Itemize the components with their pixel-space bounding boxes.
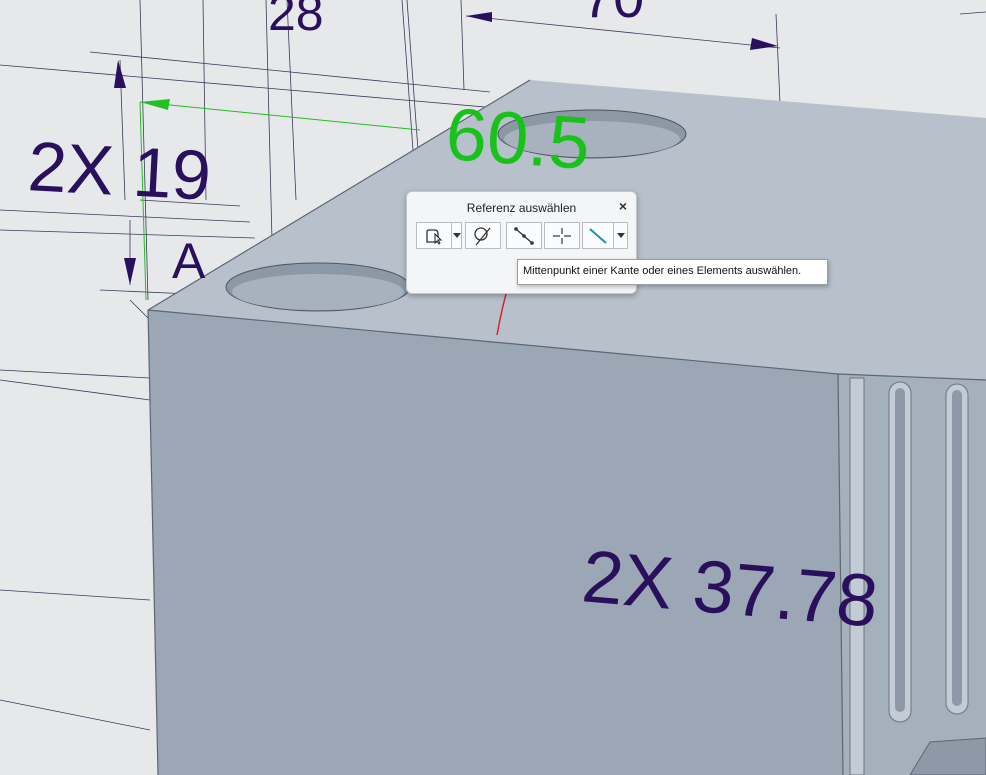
edge-midpoint-icon [514, 226, 534, 245]
dimension-top-right[interactable]: 70 [582, 0, 644, 26]
dimension-top-left[interactable]: 28 [268, 0, 324, 38]
line-dropdown[interactable] [614, 222, 628, 249]
line-icon [589, 227, 607, 244]
close-button[interactable]: × [619, 198, 627, 214]
surface-select-button[interactable] [416, 222, 452, 249]
edge-midpoint-button[interactable] [506, 222, 542, 249]
line-button[interactable] [582, 222, 614, 249]
dialog-title: Referenz auswählen [466, 201, 577, 215]
dropdown-arrow-icon [616, 232, 625, 238]
dimension-active[interactable]: 60.5 [443, 92, 592, 185]
surface-select-icon [426, 228, 443, 245]
dimension-side-pattern[interactable]: 2X 19 [26, 127, 213, 214]
part-front-face [148, 310, 843, 775]
point-on-curve-icon [474, 226, 491, 245]
surface-select-dropdown[interactable] [452, 222, 462, 249]
datum-label[interactable]: A [172, 236, 205, 286]
dropdown-arrow-icon [452, 232, 461, 238]
intersection-button[interactable] [544, 222, 580, 249]
point-on-curve-button[interactable] [465, 222, 501, 249]
tooltip: Mittenpunkt einer Kante oder eines Eleme… [517, 259, 828, 285]
intersection-icon [553, 227, 571, 244]
